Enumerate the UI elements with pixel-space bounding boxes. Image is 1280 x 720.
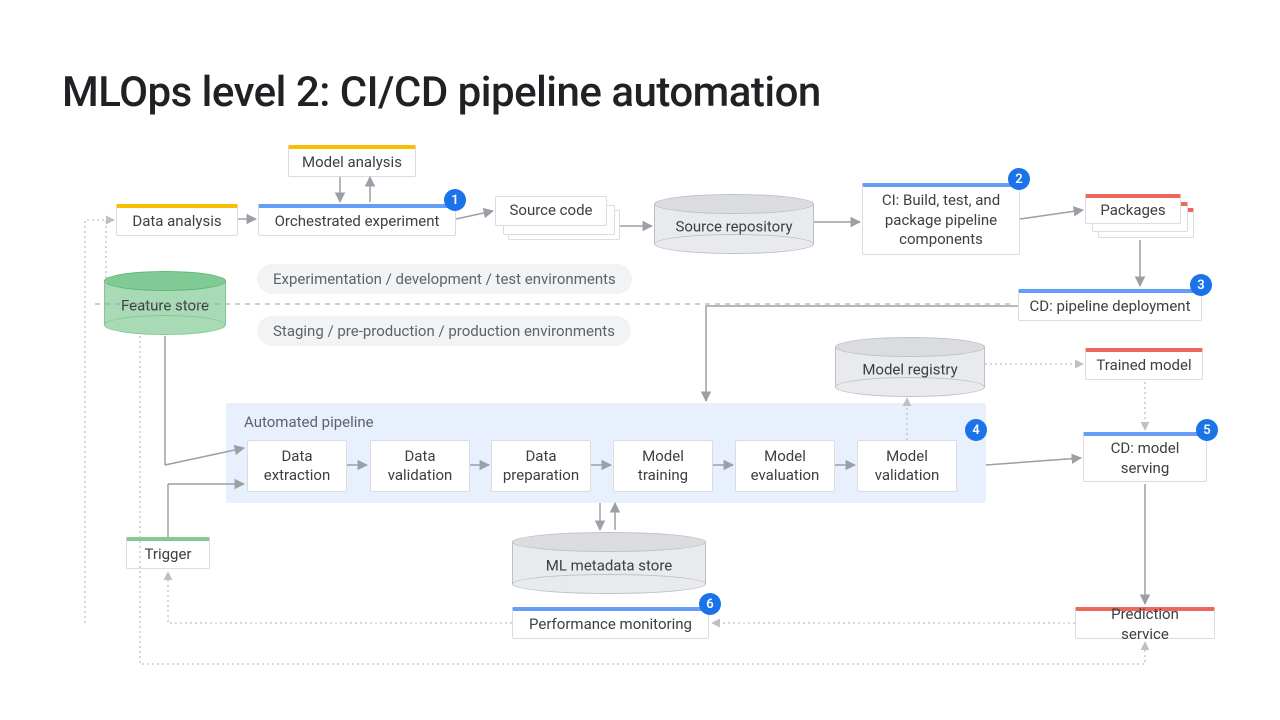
model-analysis-box: Model analysis	[288, 145, 416, 177]
trained-model-box: Trained model	[1085, 348, 1203, 380]
orchestrated-experiment-label: Orchestrated experiment	[275, 212, 440, 232]
model-analysis-label: Model analysis	[302, 153, 402, 173]
stage-data-extraction-label: Data extraction	[252, 447, 342, 485]
model-registry-label: Model registry	[835, 361, 985, 379]
badge-2: 2	[1008, 168, 1030, 190]
stage-model-training-label: Model training	[618, 447, 708, 485]
orchestrated-experiment-box: Orchestrated experiment	[258, 204, 456, 236]
prediction-service-label: Prediction service	[1086, 605, 1204, 644]
trigger-box: Trigger	[126, 537, 210, 569]
badge-1: 1	[444, 189, 466, 211]
stage-model-evaluation-label: Model evaluation	[740, 447, 830, 485]
perf-monitoring-box: Performance monitoring	[512, 607, 709, 639]
stage-data-validation: Data validation	[370, 440, 470, 492]
automated-pipeline-title: Automated pipeline	[244, 413, 374, 431]
cd-serving-box: CD: model serving	[1083, 432, 1207, 482]
ci-build-label: CI: Build, test, and package pipeline co…	[873, 191, 1009, 250]
feature-store-db: Feature store	[104, 271, 226, 335]
prediction-service-box: Prediction service	[1075, 607, 1215, 639]
badge-4: 4	[965, 419, 987, 441]
source-repo-db: Source repository	[654, 194, 814, 254]
source-repo-label: Source repository	[654, 218, 814, 236]
data-analysis-box: Data analysis	[116, 204, 238, 236]
packages-box: Packages	[1085, 194, 1181, 224]
page-title: MLOps level 2: CI/CD pipeline automation	[62, 68, 821, 117]
feature-store-label: Feature store	[104, 297, 226, 315]
source-code-label: Source code	[509, 201, 592, 221]
cd-pipeline-label: CD: pipeline deployment	[1030, 297, 1191, 317]
packages-label: Packages	[1100, 201, 1165, 221]
env-upper-label: Experimentation / development / test env…	[257, 264, 632, 294]
cd-serving-label: CD: model serving	[1094, 439, 1196, 478]
stage-data-preparation: Data preparation	[491, 440, 591, 492]
trigger-label: Trigger	[144, 545, 191, 565]
cd-pipeline-box: CD: pipeline deployment	[1018, 289, 1202, 321]
badge-5: 5	[1196, 419, 1218, 441]
stage-data-extraction: Data extraction	[247, 440, 347, 492]
ci-build-box: CI: Build, test, and package pipeline co…	[862, 183, 1020, 255]
stage-model-validation: Model validation	[857, 440, 957, 492]
data-analysis-label: Data analysis	[132, 212, 221, 232]
model-registry-db: Model registry	[835, 337, 985, 397]
stage-data-validation-label: Data validation	[375, 447, 465, 485]
trained-model-label: Trained model	[1096, 356, 1191, 376]
ml-metadata-db: ML metadata store	[512, 532, 706, 594]
env-lower-label: Staging / pre-production / production en…	[257, 316, 631, 346]
stage-model-evaluation: Model evaluation	[735, 440, 835, 492]
stage-model-training: Model training	[613, 440, 713, 492]
stage-model-validation-label: Model validation	[862, 447, 952, 485]
ml-metadata-label: ML metadata store	[512, 557, 706, 575]
source-code-box: Source code	[495, 196, 607, 226]
badge-3: 3	[1190, 274, 1212, 296]
perf-monitoring-label: Performance monitoring	[529, 615, 692, 635]
badge-6: 6	[699, 593, 721, 615]
stage-data-preparation-label: Data preparation	[496, 447, 586, 485]
